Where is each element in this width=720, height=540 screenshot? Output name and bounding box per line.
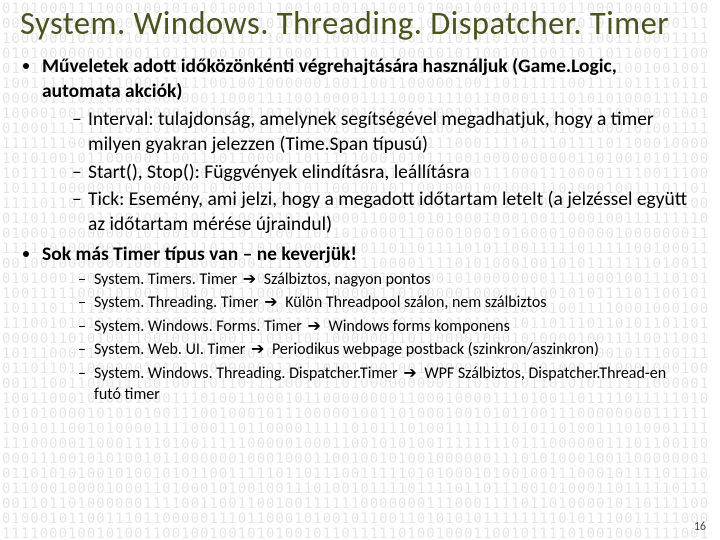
arrow-icon: ➔: [251, 339, 264, 360]
bullet-1-text: Műveletek adott időközönkénti végrehajtá…: [42, 54, 617, 103]
timer-name: System. Timers. Timer: [94, 270, 237, 289]
timer-name: System. Threading. Timer: [94, 293, 259, 312]
sub-item-tick: Tick: Esemény, ami jelzi, hogy a megadot…: [72, 187, 692, 238]
timer-desc: Periodikus webpage postback (szinkron/as…: [272, 340, 599, 359]
timer-desc: Windows forms komponens: [329, 317, 510, 336]
sub-item-interval: Interval: tulajdonság, amelynek segítség…: [72, 107, 692, 158]
timer-type-5: System. Windows. Threading. Dispatcher.T…: [78, 363, 692, 406]
arrow-icon: ➔: [307, 316, 320, 337]
bullet-2-text: Sok más Timer típus van – ne keverjük!: [42, 242, 357, 266]
timer-type-2: System. Threading. Timer ➔ Külön Threadp…: [78, 292, 692, 313]
timer-type-3: System. Windows. Forms. Timer ➔ Windows …: [78, 316, 692, 337]
main-list: Műveletek adott időközönkénti végrehajtá…: [20, 54, 702, 405]
arrow-icon: ➔: [403, 363, 416, 384]
bullet-2: Sok más Timer típus van – ne keverjük! S…: [42, 242, 692, 406]
timer-name: System. Windows. Forms. Timer: [94, 317, 302, 336]
page-number: 16: [694, 520, 706, 534]
arrow-icon: ➔: [264, 292, 277, 313]
timer-type-1: System. Timers. Timer ➔ Szálbiztos, nagy…: [78, 269, 692, 290]
timer-name: System. Windows. Threading. Dispatcher.T…: [94, 364, 398, 383]
sub-list-2: System. Timers. Timer ➔ Szálbiztos, nagy…: [42, 269, 692, 406]
sub-list-1: Interval: tulajdonság, amelynek segítség…: [42, 107, 692, 238]
timer-desc: Szálbiztos, nagyon pontos: [264, 270, 431, 289]
arrow-icon: ➔: [243, 269, 256, 290]
page-title: System. Windows. Threading. Dispatcher. …: [20, 6, 702, 40]
slide-content: System. Windows. Threading. Dispatcher. …: [0, 0, 720, 406]
bullet-1: Műveletek adott időközönkénti végrehajtá…: [42, 54, 692, 237]
timer-type-4: System. Web. UI. Timer ➔ Periodikus webp…: [78, 339, 692, 360]
sub-item-startstop: Start(), Stop(): Függvények elindításra,…: [72, 160, 692, 185]
timer-desc: Külön Threadpool szálon, nem szálbiztos: [285, 293, 546, 312]
timer-name: System. Web. UI. Timer: [94, 340, 245, 359]
